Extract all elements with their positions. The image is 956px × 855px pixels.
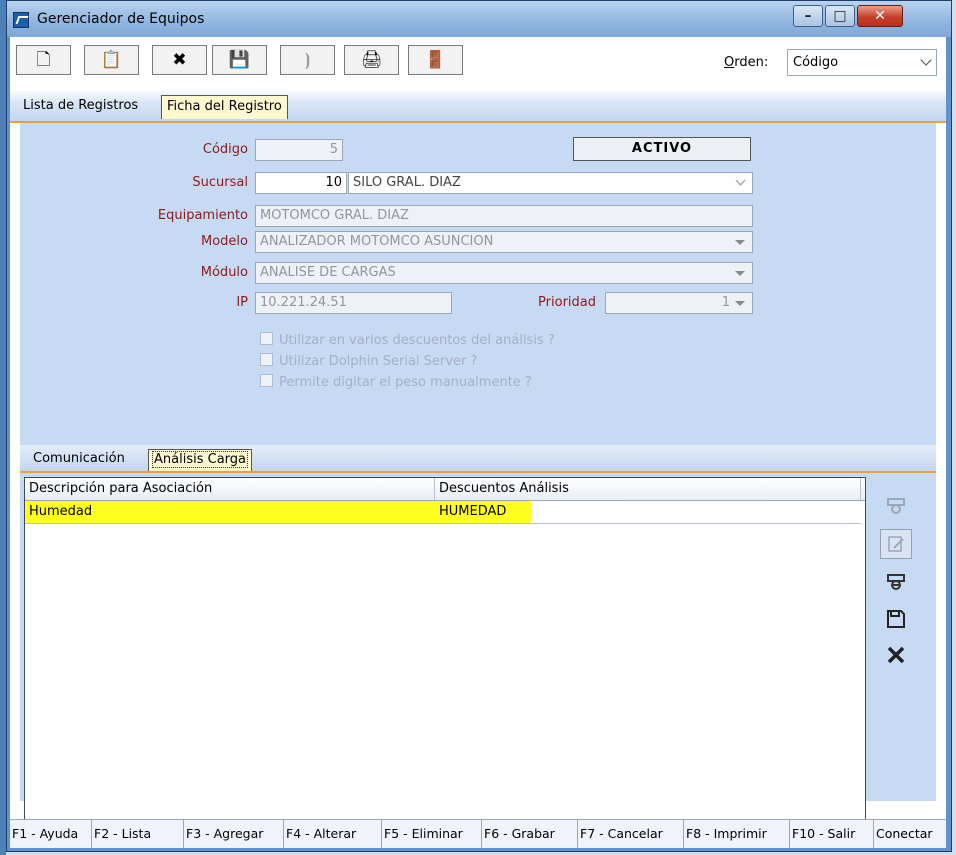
equipamiento-label: Equipamiento [157,208,248,223]
modulo-label: Módulo [200,265,248,280]
fkey-f5[interactable]: F5 - Eliminar [382,820,482,848]
fkey-f8[interactable]: F8 - Imprimir [684,820,790,848]
checkbox-dolphin-serial[interactable]: Utilizar Dolphin Serial Server ? [260,353,477,369]
minimize-icon: – [804,8,812,24]
fkey-f6[interactable]: F6 - Grabar [482,820,578,848]
ip-field[interactable]: 10.221.24.51 [255,292,452,314]
function-key-bar: F1 - Ayuda F2 - Lista F3 - Agregar F4 - … [10,819,946,848]
add-row-button[interactable] [880,491,912,521]
cell-descripcion[interactable]: Humedad [25,501,435,523]
fkey-f2[interactable]: F2 - Lista [92,820,184,848]
fkey-f10[interactable]: F10 - Salir [790,820,874,848]
grid-header: Descripción para Asociación Descuentos A… [25,478,865,501]
orden-select[interactable]: Código [787,49,937,76]
maximize-icon: □ [833,8,847,24]
column-header-descripcion[interactable]: Descripción para Asociación [25,478,435,500]
prioridad-label: Prioridad [538,295,596,310]
prioridad-select[interactable]: 1 [605,292,753,314]
tab-comunicacion[interactable]: Comunicación [30,449,128,471]
dropdown-arrow-icon [735,240,745,245]
connect-button[interactable]: ⦘ [280,45,335,75]
cell-descuentos[interactable]: HUMEDAD [435,501,531,523]
close-icon [887,646,905,664]
analysis-grid[interactable]: Descripción para Asociación Descuentos A… [24,477,866,841]
edit-row-icon [888,536,904,552]
checkbox-box [260,353,273,366]
minimize-button[interactable]: – [793,5,823,27]
codigo-label: Código [202,142,248,157]
close-button[interactable]: ✕ [857,5,903,27]
equipamiento-field[interactable]: MOTOMCO GRAL. DIAZ [255,205,753,227]
new-icon: 🗋 [36,50,51,70]
sucursal-code-input[interactable]: 10 [255,172,347,194]
exit-icon: 🚪 [424,50,447,70]
maximize-button[interactable]: □ [825,5,855,27]
close-icon: ✕ [874,8,886,24]
edit-row-button[interactable] [880,529,912,559]
delete-button[interactable]: ✖ [152,45,207,75]
orden-label: Orden: [724,55,769,70]
fkey-f4[interactable]: F4 - Alterar [284,820,382,848]
modulo-select[interactable]: ANALISE DE CARGAS [255,262,753,284]
checkbox-peso-manual[interactable]: Permite digitar el peso manualmente ? [260,374,532,390]
app-icon [13,12,29,28]
exit-button[interactable]: 🚪 [408,45,463,75]
new-button[interactable]: 🗋 [16,45,71,75]
chevron-down-icon [920,54,932,66]
modelo-label: Modelo [201,234,248,249]
toolbar: 🗋 📋 ✖ 💾 ⦘ 🖨 🚪 Orden: Código [10,37,946,89]
codigo-field[interactable]: 5 [255,139,343,161]
column-header-descuentos[interactable]: Descuentos Análisis [435,478,861,500]
fkey-conectar[interactable]: Conectar [874,820,946,848]
fkey-f7[interactable]: F7 - Cancelar [578,820,684,848]
tab-lista-registros[interactable]: Lista de Registros [18,95,143,119]
dropdown-arrow-icon [735,271,745,276]
fkey-f1[interactable]: F1 - Ayuda [10,820,92,848]
print-button[interactable]: 🖨 [344,45,399,75]
save-button[interactable]: 💾 [212,45,267,75]
sucursal-select[interactable]: SILO GRAL. DIAZ [348,172,753,194]
add-row-icon [887,498,905,514]
save-row-button[interactable] [880,603,912,633]
sucursal-label: Sucursal [192,175,248,190]
tab-analisis-carga[interactable]: Análisis Carga [148,449,252,471]
remove-row-button[interactable] [880,567,912,597]
window-title: Gerenciador de Equipos [37,11,205,27]
checkbox-box [260,374,273,387]
chevron-down-icon [735,175,746,186]
app-window: Gerenciador de Equipos – □ ✕ 🗋 📋 ✖ 💾 ⦘ 🖨… [6,0,952,852]
client-area: 🗋 📋 ✖ 💾 ⦘ 🖨 🚪 Orden: Código Lista de Reg… [10,37,946,848]
print-icon: 🖨 [360,50,383,70]
save-icon: 💾 [228,50,251,70]
edit-icon: 📋 [100,50,123,70]
connect-icon: ⦘ [304,50,311,70]
orden-value: Código [793,55,839,70]
cancel-row-button[interactable] [880,639,912,669]
fkey-f3[interactable]: F3 - Agregar [184,820,284,848]
checkbox-varios-descuentos[interactable]: Utilizar en varios descuentos del anális… [260,332,555,348]
main-tabs: Lista de Registros Ficha del Registro [10,89,946,123]
record-panel: Código 5 ACTIVO Sucursal 10 SILO GRAL. D… [20,123,936,841]
dropdown-arrow-icon [735,301,745,306]
save-row-icon [887,610,905,628]
title-bar[interactable]: Gerenciador de Equipos – □ ✕ [7,1,951,37]
delete-icon: ✖ [172,50,187,70]
table-row[interactable]: Humedad HUMEDAD [25,501,861,524]
modelo-select[interactable]: ANALIZADOR MOTOMCO ASUNCION [255,231,753,253]
detail-tabs: Comunicación Análisis Carga [20,445,936,473]
tab-ficha-registro[interactable]: Ficha del Registro [161,95,288,119]
edit-button[interactable]: 📋 [84,45,139,75]
checkbox-box [260,332,273,345]
status-badge: ACTIVO [573,137,751,161]
ip-label: IP [236,295,248,310]
remove-row-icon [887,574,905,590]
